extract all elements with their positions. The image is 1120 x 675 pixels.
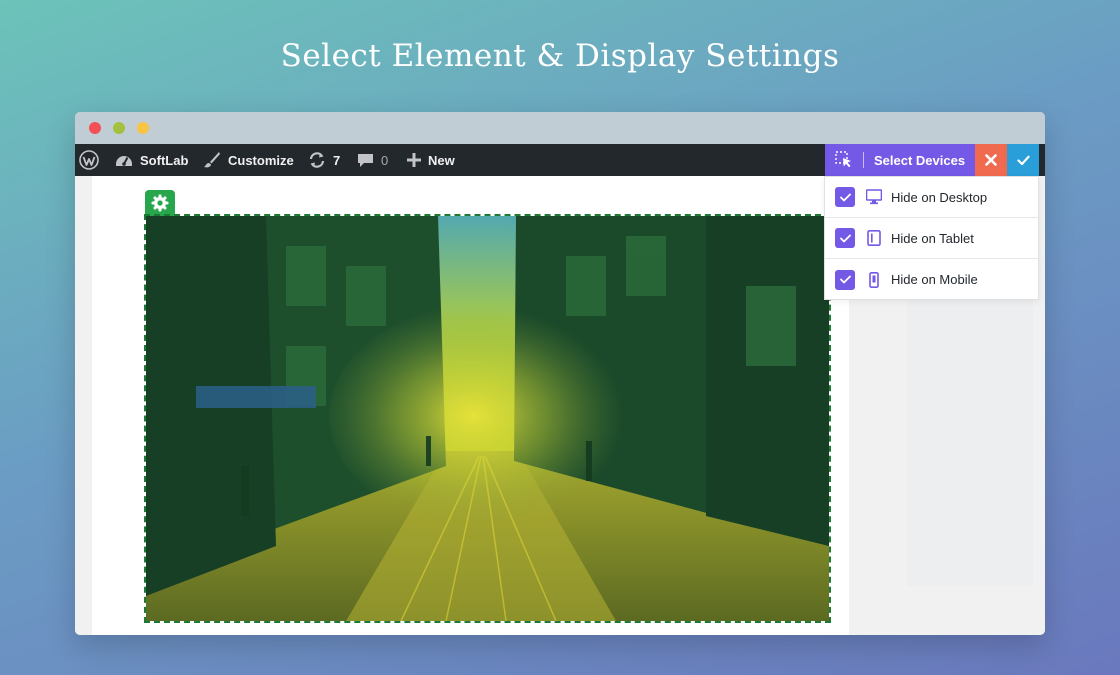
hide-desktop-label: Hide on Desktop <box>891 189 988 205</box>
site-name-link[interactable]: SoftLab <box>115 144 188 176</box>
page-content <box>92 176 849 635</box>
tablet-icon <box>865 230 883 246</box>
element-settings-button[interactable] <box>145 190 175 216</box>
street-photo <box>146 216 829 621</box>
select-devices-button[interactable]: Select Devices <box>825 144 975 176</box>
updates-link[interactable]: 7 <box>308 144 340 176</box>
checkmark-icon <box>1016 155 1030 165</box>
hide-mobile-option[interactable]: Hide on Mobile <box>825 259 1038 300</box>
customize-label: Customize <box>228 152 294 168</box>
page-headline: Select Element & Display Settings <box>280 38 840 74</box>
comments-count: 0 <box>381 152 389 168</box>
zoom-window-dot[interactable] <box>137 122 149 134</box>
desktop-icon <box>865 189 883 205</box>
checkmark-icon <box>839 234 851 242</box>
updates-icon <box>309 152 325 168</box>
comment-icon <box>358 154 373 167</box>
close-window-dot[interactable] <box>89 122 101 134</box>
hide-tablet-checkbox[interactable] <box>835 228 855 248</box>
customize-link[interactable]: Customize <box>203 144 294 176</box>
hide-mobile-checkbox[interactable] <box>835 269 855 290</box>
gear-icon <box>151 194 169 212</box>
brush-icon <box>204 152 220 168</box>
device-visibility-menu: Hide on Desktop Hide on Tablet Hide on M… <box>824 176 1039 300</box>
hide-desktop-checkbox[interactable] <box>835 187 855 207</box>
minimize-window-dot[interactable] <box>113 122 125 134</box>
close-icon <box>985 154 997 166</box>
updates-count: 7 <box>333 152 341 168</box>
selected-image-element[interactable] <box>144 214 831 623</box>
select-devices-label: Select Devices <box>874 152 966 168</box>
wordpress-logo-button[interactable] <box>79 144 101 176</box>
checkmark-icon <box>839 193 851 201</box>
hide-tablet-label: Hide on Tablet <box>891 230 974 246</box>
hide-mobile-label: Hide on Mobile <box>891 272 978 287</box>
wp-admin-bar: SoftLab Customize 7 0 New Select Devices <box>75 144 1045 176</box>
hide-tablet-option[interactable]: Hide on Tablet <box>825 218 1038 259</box>
hide-desktop-option[interactable]: Hide on Desktop <box>825 177 1038 218</box>
browser-window: SoftLab Customize 7 0 New Select Devices… <box>75 112 1045 635</box>
new-content-link[interactable]: New <box>407 144 455 176</box>
dashboard-icon <box>116 156 132 166</box>
confirm-button[interactable] <box>1007 144 1039 176</box>
wordpress-icon <box>79 150 99 170</box>
checkmark-icon <box>839 275 851 284</box>
toolbar-separator <box>863 152 864 168</box>
new-label: New <box>428 152 455 168</box>
comments-link[interactable]: 0 <box>357 144 388 176</box>
plus-icon <box>407 153 421 167</box>
mobile-icon <box>865 271 883 288</box>
cancel-button[interactable] <box>975 144 1007 176</box>
select-element-icon <box>835 151 851 168</box>
window-titlebar <box>75 112 1045 144</box>
site-name-label: SoftLab <box>140 152 189 168</box>
